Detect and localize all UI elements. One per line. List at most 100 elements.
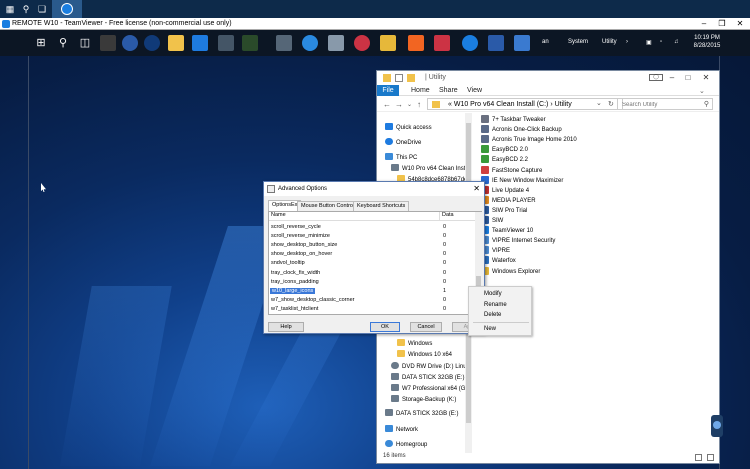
dialog-close-button[interactable]: ✕ bbox=[473, 184, 480, 193]
nav-item-quick-access[interactable]: Quick access bbox=[385, 123, 432, 131]
task-view-icon[interactable]: ◫ bbox=[76, 34, 94, 52]
option-row[interactable]: tray_icons_padding 0 bbox=[269, 278, 475, 287]
app-icon[interactable] bbox=[488, 35, 504, 51]
cmd-icon[interactable] bbox=[242, 35, 258, 51]
option-row[interactable]: scroll_reverse_cycle 0 bbox=[269, 223, 475, 232]
option-row[interactable]: w7_show_desktop_classic_corner 0 bbox=[269, 296, 475, 305]
pen-icon[interactable] bbox=[328, 35, 344, 51]
file-item[interactable]: Acronis One-Click Backup bbox=[481, 125, 562, 135]
tab-share[interactable]: Share bbox=[439, 87, 458, 94]
tool-icon[interactable] bbox=[276, 35, 292, 51]
menu-item-delete[interactable]: Delete bbox=[484, 312, 501, 318]
forward-icon[interactable]: → bbox=[395, 100, 403, 109]
teamviewer-panel-handle[interactable] bbox=[711, 415, 723, 437]
file-item[interactable]: FastStone Capture bbox=[481, 165, 542, 176]
computer-icon[interactable] bbox=[218, 35, 234, 51]
close-button[interactable]: ✕ bbox=[699, 73, 713, 82]
tab-mouse-button-control[interactable]: Mouse Button Control bbox=[297, 201, 359, 211]
app-icon[interactable] bbox=[434, 35, 450, 51]
cancel-button[interactable]: Cancel bbox=[410, 322, 442, 332]
volume-icon[interactable]: ♫ bbox=[674, 39, 679, 45]
option-row[interactable]: show_desktop_on_hover 0 bbox=[269, 250, 475, 259]
nav-item-this-pc[interactable]: This PC bbox=[385, 153, 417, 161]
app-icon[interactable] bbox=[100, 35, 116, 51]
option-row[interactable]: w10_large_icons 1 bbox=[269, 287, 475, 296]
option-row[interactable]: show_desktop_button_size 0 bbox=[269, 241, 475, 250]
nav-item-windows[interactable]: Windows bbox=[397, 339, 432, 347]
file-item[interactable]: MEDIA PLAYER bbox=[481, 195, 536, 206]
new-folder-icon[interactable] bbox=[407, 74, 415, 82]
globe-icon[interactable] bbox=[122, 35, 138, 51]
search-field[interactable]: ⚲ bbox=[617, 98, 713, 110]
file-item[interactable]: Windows Explorer bbox=[481, 266, 540, 277]
tab-view[interactable]: View bbox=[467, 87, 482, 94]
host-taskview-icon[interactable]: ❏ bbox=[34, 2, 50, 16]
file-item[interactable]: VIPRE bbox=[481, 246, 510, 256]
large-icons-view-icon[interactable] bbox=[707, 454, 714, 461]
option-row[interactable]: sndvol_tooltip 0 bbox=[269, 259, 475, 268]
host-grid-icon[interactable]: ▦ bbox=[2, 2, 18, 16]
tab-home[interactable]: Home bbox=[411, 87, 430, 94]
network-icon[interactable]: ▫ bbox=[660, 39, 662, 45]
edge-icon[interactable] bbox=[192, 35, 208, 51]
nav-item-onedrive[interactable]: OneDrive bbox=[385, 138, 421, 146]
browser-icon[interactable] bbox=[144, 35, 160, 51]
taskbar-pin-icon[interactable]: ◯ bbox=[649, 74, 663, 81]
close-button[interactable]: ✕ bbox=[732, 18, 748, 30]
option-row[interactable]: tray_clock_fix_width 0 bbox=[269, 269, 475, 278]
file-item[interactable]: EasyBCD 2.2 bbox=[481, 155, 528, 165]
restore-button[interactable]: ❒ bbox=[714, 18, 730, 30]
tab-keyboard-shortcuts[interactable]: Keyboard Shortcuts bbox=[353, 201, 410, 211]
tray-label-system[interactable]: System bbox=[568, 39, 588, 45]
clock[interactable]: 10:19 PM 8/28/2015 bbox=[689, 34, 725, 50]
file-item[interactable]: Live Update 4 bbox=[481, 185, 529, 196]
file-item[interactable]: IE New Window Maximizer bbox=[481, 175, 563, 186]
address-dropdown-icon[interactable]: ⌄ bbox=[596, 99, 602, 107]
start-icon[interactable]: ⊞ bbox=[32, 34, 50, 52]
menu-item-modify[interactable]: Modify bbox=[484, 291, 502, 297]
expand-ribbon-icon[interactable]: ⌄ bbox=[699, 87, 705, 95]
file-item[interactable]: TeamViewer 10 bbox=[481, 226, 533, 236]
tool-icon[interactable] bbox=[354, 35, 370, 51]
teamviewer-tab[interactable] bbox=[52, 0, 82, 18]
search-input[interactable] bbox=[622, 102, 702, 108]
option-row[interactable]: w7_tasklist_htclient 0 bbox=[269, 305, 475, 314]
nav-item-storage-backup[interactable]: Storage-Backup (K:) bbox=[391, 395, 456, 403]
maximize-button[interactable]: □ bbox=[681, 73, 695, 82]
folder-icon[interactable] bbox=[380, 35, 396, 51]
nav-item-network[interactable]: Network bbox=[385, 425, 418, 433]
minimize-button[interactable]: – bbox=[665, 73, 679, 82]
tray-label[interactable]: an bbox=[542, 39, 549, 45]
teamviewer-icon[interactable] bbox=[462, 35, 478, 51]
tray-label-utility[interactable]: Utility bbox=[602, 39, 617, 45]
file-item[interactable]: Acronis True Image Home 2010 bbox=[481, 135, 577, 145]
file-item[interactable]: 7+ Taskbar Tweaker bbox=[481, 115, 546, 125]
nav-item-windows-10-x64[interactable]: Windows 10 x64 bbox=[397, 350, 452, 358]
minimize-button[interactable]: – bbox=[696, 18, 712, 30]
ok-button[interactable]: OK bbox=[370, 322, 400, 332]
file-item[interactable]: SIW Pro Trial bbox=[481, 205, 527, 216]
nav-item-data-stick[interactable]: DATA STICK 32GB (E:) bbox=[391, 373, 464, 381]
nav-item-homegroup[interactable]: Homegroup bbox=[385, 440, 427, 448]
help-button[interactable]: Help bbox=[268, 322, 304, 332]
file-item[interactable]: EasyBCD 2.0 bbox=[481, 145, 528, 155]
file-item[interactable]: VIPRE Internet Security bbox=[481, 236, 555, 246]
nav-item-w7-drive[interactable]: W7 Professional x64 (G:) bbox=[391, 384, 469, 392]
back-icon[interactable]: ← bbox=[383, 100, 391, 109]
ie-icon[interactable] bbox=[302, 35, 318, 51]
search-icon[interactable]: ⚲ bbox=[704, 100, 709, 108]
properties-icon[interactable] bbox=[395, 74, 403, 82]
details-view-icon[interactable] bbox=[695, 454, 702, 461]
menu-item-rename[interactable]: Rename bbox=[484, 302, 507, 308]
file-explorer-icon[interactable] bbox=[168, 35, 184, 51]
column-header-data[interactable]: Data bbox=[439, 212, 475, 221]
tab-file[interactable]: File bbox=[377, 85, 399, 96]
search-icon[interactable]: ⚲ bbox=[54, 34, 72, 52]
tray-chevron-icon[interactable]: › bbox=[626, 39, 628, 45]
app-icon[interactable] bbox=[514, 35, 530, 51]
media-player-icon[interactable] bbox=[408, 35, 424, 51]
option-row[interactable]: scroll_reverse_minimize 0 bbox=[269, 232, 475, 241]
nav-item-dvd-drive[interactable]: DVD RW Drive (D:) Linux bbox=[391, 362, 470, 370]
breadcrumb[interactable]: « W10 Pro v64 Clean Install (C:) › Utili… bbox=[448, 101, 572, 108]
address-bar[interactable]: « W10 Pro v64 Clean Install (C:) › Utili… bbox=[427, 98, 623, 110]
